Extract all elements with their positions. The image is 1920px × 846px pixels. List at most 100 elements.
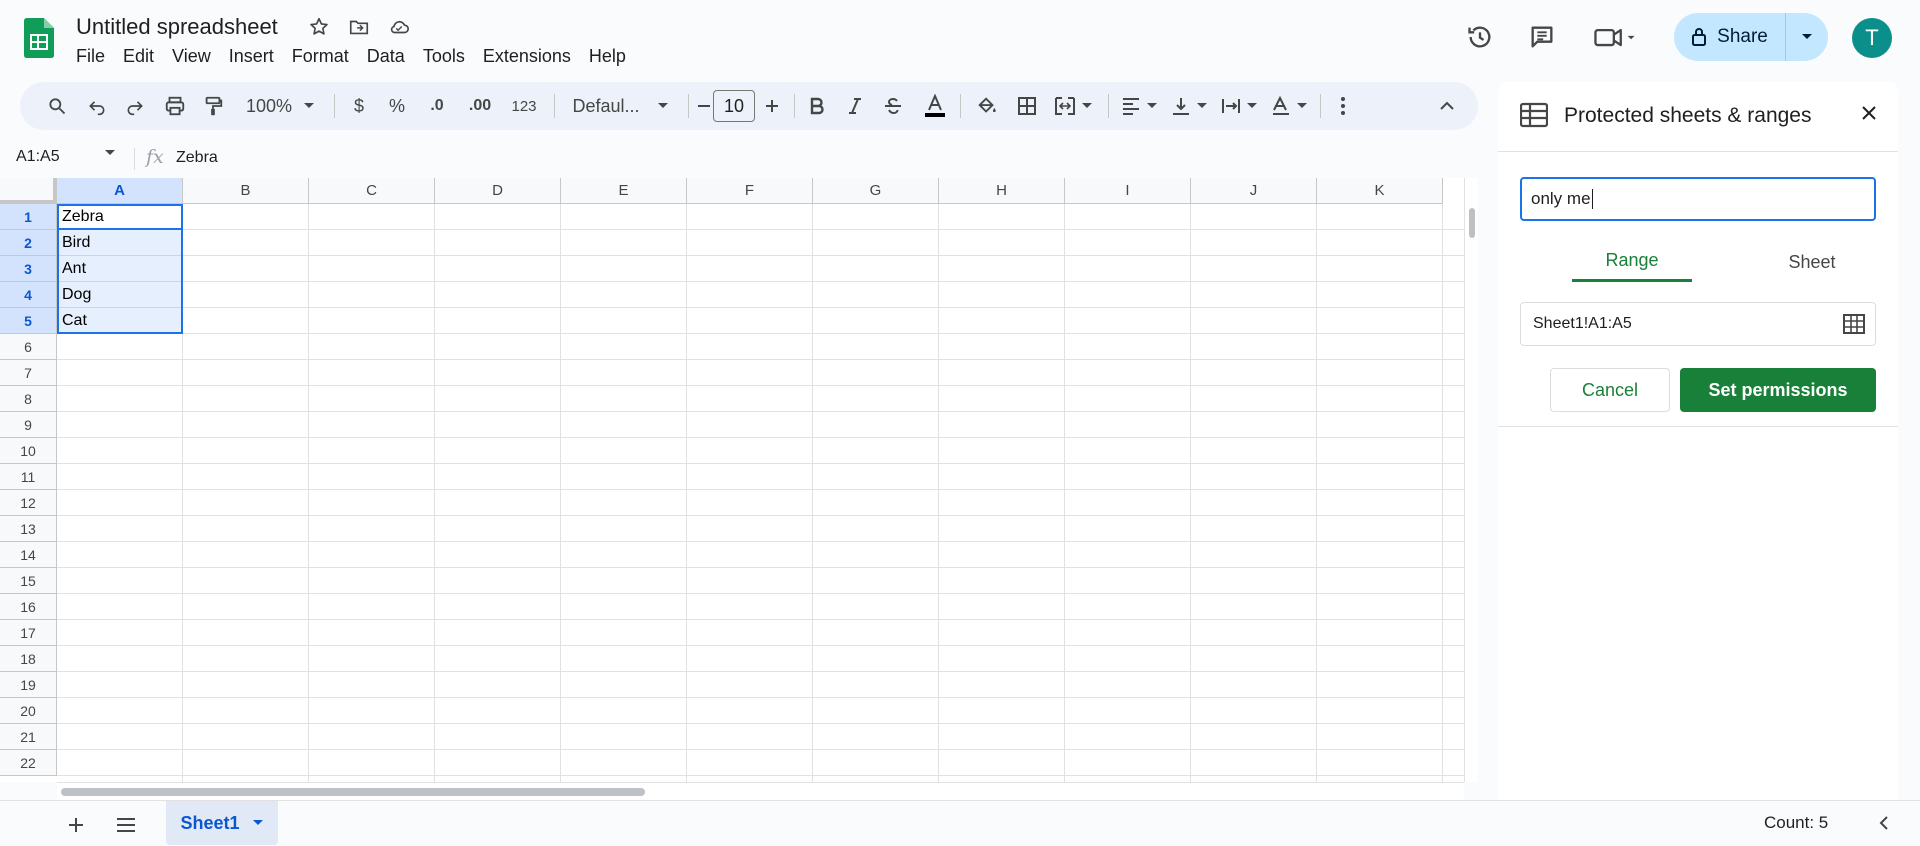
menu-insert[interactable]: Insert bbox=[220, 46, 283, 67]
version-history-icon[interactable] bbox=[1460, 17, 1500, 57]
undo-icon[interactable] bbox=[80, 82, 114, 130]
select-all-corner[interactable] bbox=[0, 178, 57, 204]
column-header-k[interactable]: K bbox=[1317, 178, 1443, 204]
text-color-icon[interactable] bbox=[918, 82, 952, 130]
vertical-align-icon[interactable] bbox=[1168, 82, 1210, 130]
cell-a2[interactable]: Bird bbox=[62, 230, 90, 256]
cell-a3[interactable]: Ant bbox=[62, 256, 86, 282]
all-sheets-icon[interactable] bbox=[110, 809, 142, 841]
meet-icon[interactable] bbox=[1590, 17, 1640, 57]
cloud-saved-icon[interactable] bbox=[386, 14, 412, 40]
menu-edit[interactable]: Edit bbox=[114, 46, 163, 67]
chevron-up-icon[interactable] bbox=[1430, 82, 1464, 130]
formula-input[interactable]: Zebra bbox=[176, 149, 218, 167]
row-header-17[interactable]: 17 bbox=[0, 620, 57, 646]
text-wrapping-icon[interactable] bbox=[1218, 82, 1260, 130]
menu-tools[interactable]: Tools bbox=[414, 46, 474, 67]
menu-view[interactable]: View bbox=[163, 46, 220, 67]
increase-decimal-button[interactable]: .00 bbox=[460, 82, 500, 130]
cancel-button[interactable]: Cancel bbox=[1550, 368, 1670, 412]
row-header-20[interactable]: 20 bbox=[0, 698, 57, 724]
text-rotation-icon[interactable] bbox=[1268, 82, 1310, 130]
borders-icon[interactable] bbox=[1010, 82, 1044, 130]
row-header-19[interactable]: 19 bbox=[0, 672, 57, 698]
row-header-7[interactable]: 7 bbox=[0, 360, 57, 386]
horizontal-align-icon[interactable] bbox=[1118, 82, 1160, 130]
row-header-3[interactable]: 3 bbox=[0, 256, 57, 282]
avatar[interactable]: T bbox=[1852, 18, 1892, 58]
menu-format[interactable]: Format bbox=[283, 46, 358, 67]
close-icon[interactable] bbox=[1860, 104, 1878, 122]
description-input[interactable]: only me bbox=[1520, 177, 1876, 221]
row-header-5[interactable]: 5 bbox=[0, 308, 57, 334]
star-icon[interactable] bbox=[306, 14, 332, 40]
search-menus-icon[interactable] bbox=[40, 82, 74, 130]
row-header-9[interactable]: 9 bbox=[0, 412, 57, 438]
column-header-c[interactable]: C bbox=[309, 178, 435, 204]
font-family-select[interactable]: Defaul... bbox=[560, 82, 680, 130]
font-size-input[interactable]: 10 bbox=[713, 90, 755, 122]
document-title[interactable]: Untitled spreadsheet bbox=[76, 14, 278, 40]
vertical-scroll-thumb[interactable] bbox=[1469, 208, 1475, 238]
fill-color-icon[interactable] bbox=[970, 82, 1004, 130]
percent-format-button[interactable]: % bbox=[382, 82, 412, 130]
cell-area[interactable] bbox=[57, 204, 1464, 782]
italic-icon[interactable] bbox=[840, 82, 870, 130]
selection-count[interactable]: Count: 5 bbox=[1764, 813, 1828, 833]
row-header-12[interactable]: 12 bbox=[0, 490, 57, 516]
vertical-scrollbar[interactable] bbox=[1464, 178, 1478, 782]
row-header-8[interactable]: 8 bbox=[0, 386, 57, 412]
row-header-11[interactable]: 11 bbox=[0, 464, 57, 490]
share-main-button[interactable]: Share bbox=[1674, 13, 1786, 61]
menu-data[interactable]: Data bbox=[358, 46, 414, 67]
menu-help[interactable]: Help bbox=[580, 46, 635, 67]
row-header-18[interactable]: 18 bbox=[0, 646, 57, 672]
row-header-13[interactable]: 13 bbox=[0, 516, 57, 542]
row-header-10[interactable]: 10 bbox=[0, 438, 57, 464]
add-sheet-icon[interactable] bbox=[60, 809, 92, 841]
comments-icon[interactable] bbox=[1522, 17, 1562, 57]
range-input[interactable]: Sheet1!A1:A5 bbox=[1520, 302, 1876, 346]
chevron-left-icon[interactable] bbox=[1872, 811, 1896, 835]
column-header-h[interactable]: H bbox=[939, 178, 1065, 204]
sheets-logo-icon[interactable] bbox=[24, 18, 62, 65]
sheet-tab-sheet1[interactable]: Sheet1 bbox=[166, 801, 278, 845]
column-header-b[interactable]: B bbox=[183, 178, 309, 204]
chevron-down-icon[interactable] bbox=[104, 149, 116, 157]
menu-extensions[interactable]: Extensions bbox=[474, 46, 580, 67]
column-header-e[interactable]: E bbox=[561, 178, 687, 204]
tab-range[interactable]: Range bbox=[1572, 242, 1692, 282]
row-header-22[interactable]: 22 bbox=[0, 750, 57, 776]
row-header-2[interactable]: 2 bbox=[0, 230, 57, 256]
column-header-g[interactable]: G bbox=[813, 178, 939, 204]
share-button[interactable]: Share bbox=[1674, 13, 1828, 61]
row-header-1[interactable]: 1 bbox=[0, 204, 57, 230]
redo-icon[interactable] bbox=[118, 82, 152, 130]
row-header-21[interactable]: 21 bbox=[0, 724, 57, 750]
cell-a1[interactable]: Zebra bbox=[62, 204, 104, 230]
currency-format-button[interactable]: $ bbox=[344, 82, 374, 130]
strikethrough-icon[interactable] bbox=[878, 82, 908, 130]
share-dropdown-button[interactable] bbox=[1786, 13, 1828, 61]
tab-sheet[interactable]: Sheet bbox=[1752, 242, 1872, 282]
row-header-14[interactable]: 14 bbox=[0, 542, 57, 568]
row-header-4[interactable]: 4 bbox=[0, 282, 57, 308]
horizontal-scroll-thumb[interactable] bbox=[61, 788, 645, 796]
column-header-d[interactable]: D bbox=[435, 178, 561, 204]
cell-a4[interactable]: Dog bbox=[62, 282, 91, 308]
bold-icon[interactable] bbox=[802, 82, 832, 130]
name-box[interactable]: A1:A5 bbox=[16, 148, 60, 166]
zoom-select[interactable]: 100% bbox=[240, 82, 320, 130]
row-header-15[interactable]: 15 bbox=[0, 568, 57, 594]
menu-file[interactable]: File bbox=[76, 46, 114, 67]
move-folder-icon[interactable] bbox=[346, 14, 372, 40]
column-header-j[interactable]: J bbox=[1191, 178, 1317, 204]
cell-a5[interactable]: Cat bbox=[62, 308, 87, 334]
column-header-i[interactable]: I bbox=[1065, 178, 1191, 204]
row-header-16[interactable]: 16 bbox=[0, 594, 57, 620]
column-header-f[interactable]: F bbox=[687, 178, 813, 204]
column-header-a[interactable]: A bbox=[57, 178, 183, 204]
set-permissions-button[interactable]: Set permissions bbox=[1680, 368, 1876, 412]
decrease-decimal-button[interactable]: .0 bbox=[420, 82, 454, 130]
print-icon[interactable] bbox=[158, 82, 192, 130]
